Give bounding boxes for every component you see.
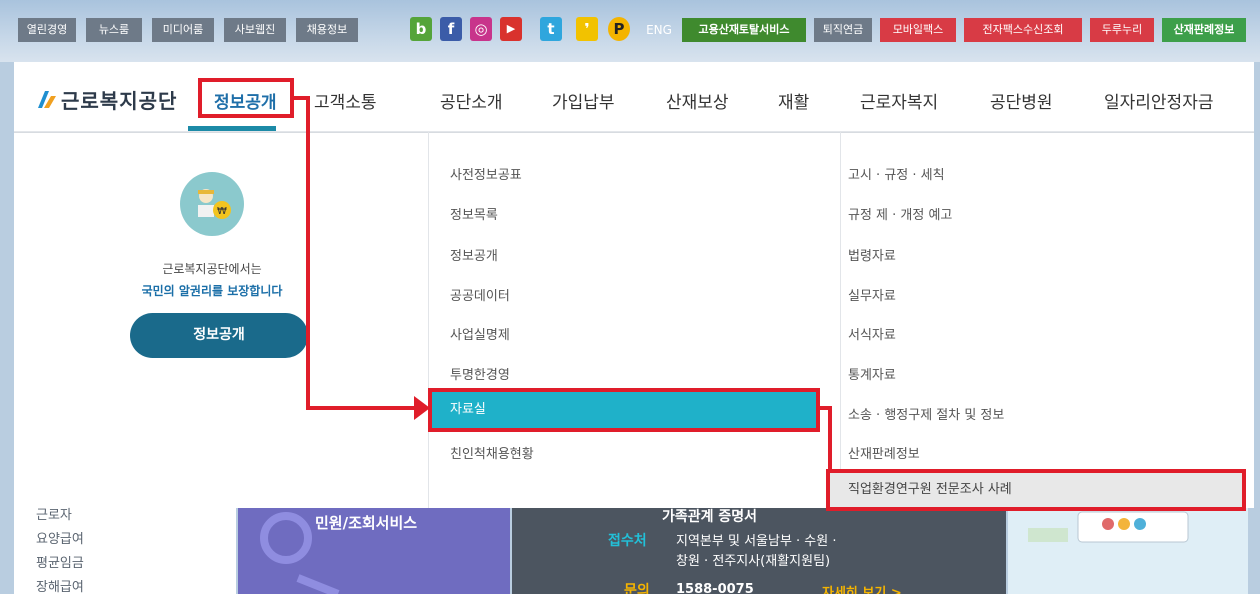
card-text: 창원 · 전주지사(재활지원팀) <box>676 554 831 569</box>
annotation-box-research <box>826 469 1246 511</box>
instagram-icon[interactable]: ◎ <box>470 17 492 41</box>
menu-item-law-data[interactable]: 법령자료 <box>848 245 896 264</box>
menu-item-info-list[interactable]: 정보목록 <box>450 204 498 223</box>
background-link[interactable]: 근로자 <box>36 504 72 523</box>
menu-item-relative-hiring[interactable]: 친인척채용현황 <box>450 443 534 462</box>
info-disclosure-button[interactable]: 정보공개 <box>130 313 308 358</box>
top-link-mediaroom[interactable]: 미디어룸 <box>152 18 214 42</box>
illustration-icon <box>1028 511 1189 543</box>
info-disclosure-icon: ₩ <box>180 172 244 236</box>
nav-job-fund[interactable]: 일자리안정자금 <box>1104 88 1213 113</box>
annotation-line <box>306 406 414 410</box>
menu-item-form-data[interactable]: 서식자료 <box>848 324 896 343</box>
menu-item-info-open[interactable]: 정보공개 <box>450 245 498 264</box>
active-nav-indicator <box>188 126 276 131</box>
menu-item-public-data[interactable]: 공공데이터 <box>450 285 510 304</box>
illustration-card[interactable] <box>1008 508 1248 594</box>
nav-about[interactable]: 공단소개 <box>440 88 503 113</box>
background-link-list: 근로자 요양급여 평균임금 장해급여 <box>14 508 236 594</box>
background-link[interactable]: 장해급여 <box>36 576 84 594</box>
top-link-webzine[interactable]: 사보웹진 <box>224 18 286 42</box>
nav-rehab[interactable]: 재활 <box>778 88 809 113</box>
menu-item-project-name[interactable]: 사업실명제 <box>450 324 510 343</box>
top-link-durunuri[interactable]: 두루누리 <box>1090 18 1154 42</box>
twitter-icon[interactable]: t <box>540 17 562 41</box>
top-link-recruit[interactable]: 채용정보 <box>296 18 358 42</box>
card-label: 접수처 <box>608 533 647 549</box>
top-link-total-service[interactable]: 고용산재토탈서비스 <box>682 18 806 42</box>
nav-subscription[interactable]: 가입납부 <box>552 88 615 113</box>
top-link-efax[interactable]: 전자팩스수신조회 <box>964 18 1082 42</box>
site-logo[interactable]: 근로복지공단 <box>36 84 177 114</box>
menu-divider <box>840 132 841 508</box>
menu-item-rule-revision[interactable]: 규정 제 · 개정 예고 <box>848 204 952 223</box>
card-more-link[interactable]: 자세히 보기 > <box>822 582 902 594</box>
menu-item-precedent[interactable]: 산재판례정보 <box>848 443 920 462</box>
background-link[interactable]: 요양급여 <box>36 528 84 547</box>
menu-divider <box>428 132 429 508</box>
promo-text: 근로복지공단에서는 <box>162 262 262 276</box>
nav-hospital[interactable]: 공단병원 <box>990 88 1053 113</box>
annotation-line <box>828 406 832 472</box>
top-link-precedent[interactable]: 산재판례정보 <box>1162 18 1246 42</box>
nav-customer[interactable]: 고객소통 <box>314 88 377 113</box>
family-certificate-card[interactable]: 가족관계 증명서 접수처 지역본부 및 서울남부 · 수원 · 창원 · 전주지… <box>512 508 1006 594</box>
annotation-box-nav <box>198 78 294 118</box>
kakaostory-icon[interactable]: ❜ <box>576 17 598 41</box>
youtube-icon[interactable]: ▶ <box>500 17 522 41</box>
menu-item-litigation[interactable]: 소송 · 행정구제 절차 및 정보 <box>848 404 1004 423</box>
card-title: 가족관계 증명서 <box>662 509 758 525</box>
card-phone: 1588-0075 <box>676 582 754 594</box>
logo-icon <box>38 91 56 108</box>
post-icon[interactable]: P <box>608 17 630 41</box>
top-link-mobile-fax[interactable]: 모바일팩스 <box>880 18 956 42</box>
menu-item-prior-disclosure[interactable]: 사전정보공표 <box>450 164 522 183</box>
top-link-newsroom[interactable]: 뉴스룸 <box>86 18 142 42</box>
civil-service-title: 민원/조회서비스 <box>315 514 418 532</box>
menu-item-practical-data[interactable]: 실무자료 <box>848 285 896 304</box>
facebook-icon[interactable]: f <box>440 17 462 41</box>
card-text: 지역본부 및 서울남부 · 수원 · <box>676 534 837 549</box>
nav-compensation[interactable]: 산재보상 <box>666 88 729 113</box>
background-link[interactable]: 평균임금 <box>36 552 84 571</box>
eng-link[interactable]: ENG <box>642 18 676 42</box>
top-link-open-management[interactable]: 열린경영 <box>18 18 76 42</box>
card-phone-label: 문의 <box>624 583 650 594</box>
promo-highlight: 국민의 알권리를 보장합니다 <box>141 284 283 298</box>
nav-welfare[interactable]: 근로자복지 <box>860 88 938 113</box>
top-link-pension[interactable]: 퇴직연금 <box>814 18 872 42</box>
menu-item-transparency[interactable]: 투명한경영 <box>450 364 510 383</box>
annotation-line <box>306 96 310 410</box>
menu-item-notice-rules[interactable]: 고시 · 규정 · 세칙 <box>848 164 945 183</box>
blog-icon[interactable]: b <box>410 17 432 41</box>
menu-item-statistics[interactable]: 통계자료 <box>848 364 896 383</box>
svg-text:₩: ₩ <box>217 206 227 217</box>
logo-text: 근로복지공단 <box>61 88 178 113</box>
annotation-box-archive <box>428 388 820 432</box>
